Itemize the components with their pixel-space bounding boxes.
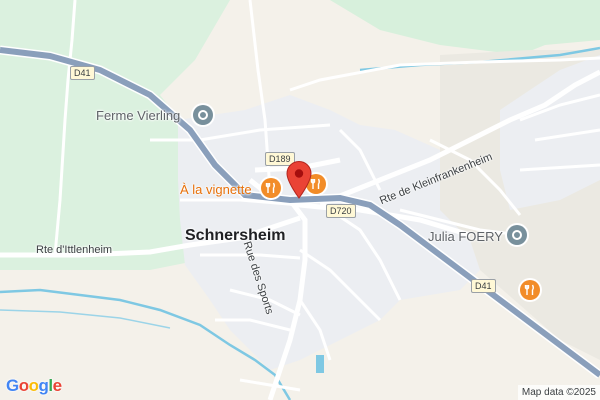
route-shield-d41-west: D41 (70, 66, 95, 80)
poi-label-a-la-vignette[interactable]: À la vignette (180, 182, 252, 197)
restaurant-icon[interactable] (261, 178, 281, 198)
map-canvas[interactable]: D41 D189 D720 D41 Rte d'Ittlenheim Rte d… (0, 0, 600, 400)
map-attribution[interactable]: Map data ©2025 (517, 385, 600, 400)
pond (316, 355, 324, 373)
route-shield-d41-east: D41 (471, 279, 496, 293)
google-logo-letter: o (28, 376, 39, 395)
route-shield-d720: D720 (326, 204, 356, 218)
google-logo-letter: g (38, 376, 49, 395)
restaurant-icon[interactable] (520, 280, 540, 300)
town-label-schnersheim[interactable]: Schnersheim (185, 227, 285, 245)
map-base (0, 0, 600, 400)
google-logo-letter: e (52, 376, 62, 395)
street-label-rte-ittlenheim: Rte d'Ittlenheim (36, 244, 113, 256)
google-logo[interactable]: Google (6, 376, 62, 396)
location-pin-icon[interactable] (286, 161, 312, 199)
poi-label-ferme-vierling[interactable]: Ferme Vierling (96, 108, 180, 123)
google-logo-letter: G (6, 376, 19, 395)
landmark-icon[interactable] (507, 225, 527, 245)
poi-label-julia-foery[interactable]: Julia FOERY (428, 229, 503, 244)
google-logo-letter: o (18, 376, 29, 395)
landmark-icon[interactable] (193, 105, 213, 125)
